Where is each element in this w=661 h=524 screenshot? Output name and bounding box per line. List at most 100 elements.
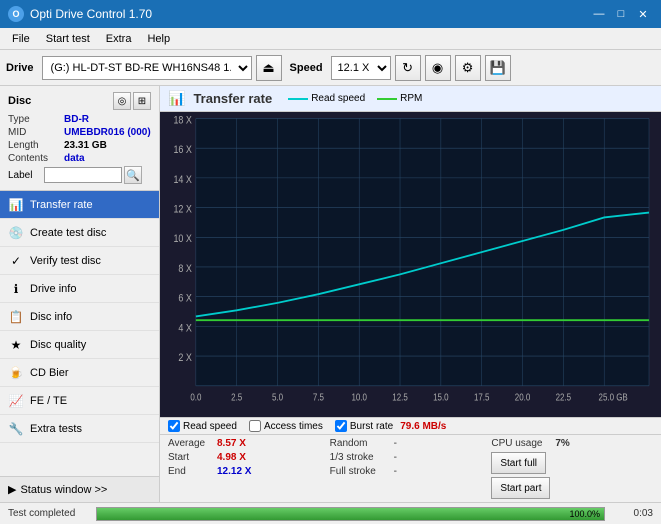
svg-text:0.0: 0.0 xyxy=(190,392,201,403)
status-window-button[interactable]: ▶ Status window >> xyxy=(0,476,159,502)
save-button[interactable]: 💾 xyxy=(485,55,511,81)
menu-help[interactable]: Help xyxy=(139,31,178,47)
nav-fe-te-label: FE / TE xyxy=(30,395,67,407)
menu-start-test[interactable]: Start test xyxy=(38,31,98,47)
chart-header-icon: 📊 xyxy=(168,90,185,107)
disc-mid-val: UMEBDR016 (000) xyxy=(64,127,151,138)
read-speed-checkbox-label: Read speed xyxy=(183,421,237,432)
eject-button[interactable]: ⏏ xyxy=(256,55,282,81)
close-button[interactable]: ✕ xyxy=(633,5,653,23)
verify-test-disc-icon: ✓ xyxy=(8,253,24,269)
nav-extra-tests[interactable]: 🔧 Extra tests xyxy=(0,415,159,443)
read-speed-checkbox-item[interactable]: Read speed xyxy=(168,420,237,432)
disc-length-key: Length xyxy=(8,140,64,151)
legend-rpm-label: RPM xyxy=(400,93,422,104)
stats-full-stroke: Full stroke - xyxy=(330,466,492,477)
nav-cd-bier-label: CD Bier xyxy=(30,367,69,379)
stats-start-label: Start xyxy=(168,452,213,463)
stats-full-stroke-value: - xyxy=(394,466,424,477)
svg-text:6 X: 6 X xyxy=(178,293,192,305)
stats-1-3-stroke: 1/3 stroke - xyxy=(330,452,492,463)
stats-end-label: End xyxy=(168,466,213,477)
chart-header: 📊 Transfer rate Read speed RPM xyxy=(160,86,661,112)
stats-full-stroke-label: Full stroke xyxy=(330,466,390,477)
access-times-checkbox[interactable] xyxy=(249,420,261,432)
svg-text:2 X: 2 X xyxy=(178,352,192,364)
legend-read-speed: Read speed xyxy=(288,93,365,104)
svg-text:2.5: 2.5 xyxy=(231,392,242,403)
cd-bier-icon: 🍺 xyxy=(8,365,24,381)
nav-verify-test-disc-label: Verify test disc xyxy=(30,255,101,267)
progress-bar-container: 100.0% xyxy=(96,507,605,521)
drive-select[interactable]: (G:) HL-DT-ST BD-RE WH16NS48 1.D3 xyxy=(42,56,252,80)
drive-label: Drive xyxy=(6,62,34,74)
minimize-button[interactable]: — xyxy=(589,5,609,23)
timer: 0:03 xyxy=(613,508,653,519)
speed-select[interactable]: 12.1 X xyxy=(331,56,391,80)
stats-1-3-stroke-value: - xyxy=(394,452,424,463)
legend-rpm: RPM xyxy=(377,93,422,104)
stats-col1: Average 8.57 X Start 4.98 X End 12.12 X xyxy=(168,438,330,499)
svg-text:25.0 GB: 25.0 GB xyxy=(599,392,628,403)
refresh-button[interactable]: ↻ xyxy=(395,55,421,81)
nav-cd-bier[interactable]: 🍺 CD Bier xyxy=(0,359,159,387)
disc-icon-btn1[interactable]: ◎ xyxy=(113,92,131,110)
burst-rate-checkbox-label: Burst rate xyxy=(350,421,393,432)
read-speed-checkbox[interactable] xyxy=(168,420,180,432)
start-part-button[interactable]: Start part xyxy=(491,477,550,499)
app-title: Opti Drive Control 1.70 xyxy=(30,7,152,21)
menu-file[interactable]: File xyxy=(4,31,38,47)
stats-start-part-row: Start part xyxy=(491,477,653,499)
transfer-rate-icon: 📊 xyxy=(8,197,24,213)
svg-text:7.5: 7.5 xyxy=(313,392,324,403)
svg-text:22.5: 22.5 xyxy=(556,392,571,403)
stats-start-full-row: Start full xyxy=(491,452,653,474)
nav-fe-te[interactable]: 📈 FE / TE xyxy=(0,387,159,415)
disc-label-key: Label xyxy=(8,170,44,181)
start-full-button[interactable]: Start full xyxy=(491,452,546,474)
legend-read-speed-color xyxy=(288,98,308,100)
nav-extra-tests-label: Extra tests xyxy=(30,423,82,435)
nav-drive-info[interactable]: ℹ Drive info xyxy=(0,275,159,303)
maximize-button[interactable]: □ xyxy=(611,5,631,23)
title-bar: O Opti Drive Control 1.70 — □ ✕ xyxy=(0,0,661,28)
svg-text:18 X: 18 X xyxy=(173,116,192,127)
nav-disc-quality[interactable]: ★ Disc quality xyxy=(0,331,159,359)
svg-text:4 X: 4 X xyxy=(178,323,192,335)
stats-end-value: 12.12 X xyxy=(217,466,252,477)
burst-rate-checkbox[interactable] xyxy=(335,420,347,432)
disc-label-input[interactable] xyxy=(44,167,122,183)
nav-transfer-rate[interactable]: 📊 Transfer rate xyxy=(0,191,159,219)
nav-disc-info[interactable]: 📋 Disc info xyxy=(0,303,159,331)
progress-bar-fill xyxy=(97,508,604,520)
disc-panel-title: Disc xyxy=(8,95,31,107)
disc-length-val: 23.31 GB xyxy=(64,140,107,151)
disc-contents-val: data xyxy=(64,153,85,164)
drive-info-icon: ℹ xyxy=(8,281,24,297)
chart-area: 📊 Transfer rate Read speed RPM xyxy=(160,86,661,502)
burst-rate-checkbox-item[interactable]: Burst rate 79.6 MB/s xyxy=(335,420,447,432)
toolbar: Drive (G:) HL-DT-ST BD-RE WH16NS48 1.D3 … xyxy=(0,50,661,86)
disc-button[interactable]: ◉ xyxy=(425,55,451,81)
stats-1-3-stroke-label: 1/3 stroke xyxy=(330,452,390,463)
progress-text: 100.0% xyxy=(569,508,600,520)
nav-create-test-disc[interactable]: 💿 Create test disc xyxy=(0,219,159,247)
svg-text:17.5: 17.5 xyxy=(474,392,489,403)
svg-text:15.0: 15.0 xyxy=(433,392,448,403)
disc-label-search-button[interactable]: 🔍 xyxy=(124,166,142,184)
access-times-checkbox-item[interactable]: Access times xyxy=(249,420,323,432)
disc-icon-btn2[interactable]: ⊞ xyxy=(133,92,151,110)
nav-verify-test-disc[interactable]: ✓ Verify test disc xyxy=(0,247,159,275)
status-window-label: Status window >> xyxy=(20,484,107,496)
stats-random-label: Random xyxy=(330,438,390,449)
extra-tests-icon: 🔧 xyxy=(8,421,24,437)
chart-container: 18 X 16 X 14 X 12 X 10 X 8 X 6 X 4 X 2 X… xyxy=(160,112,661,417)
stats-cpu-label: CPU usage xyxy=(491,438,551,449)
stats-cpu-value: 7% xyxy=(555,438,569,449)
menu-extra[interactable]: Extra xyxy=(98,31,140,47)
stats-average: Average 8.57 X xyxy=(168,438,330,449)
settings-button[interactable]: ⚙ xyxy=(455,55,481,81)
stats-col3: CPU usage 7% Start full Start part xyxy=(491,438,653,499)
svg-text:16 X: 16 X xyxy=(173,144,192,156)
svg-text:12 X: 12 X xyxy=(173,204,192,216)
